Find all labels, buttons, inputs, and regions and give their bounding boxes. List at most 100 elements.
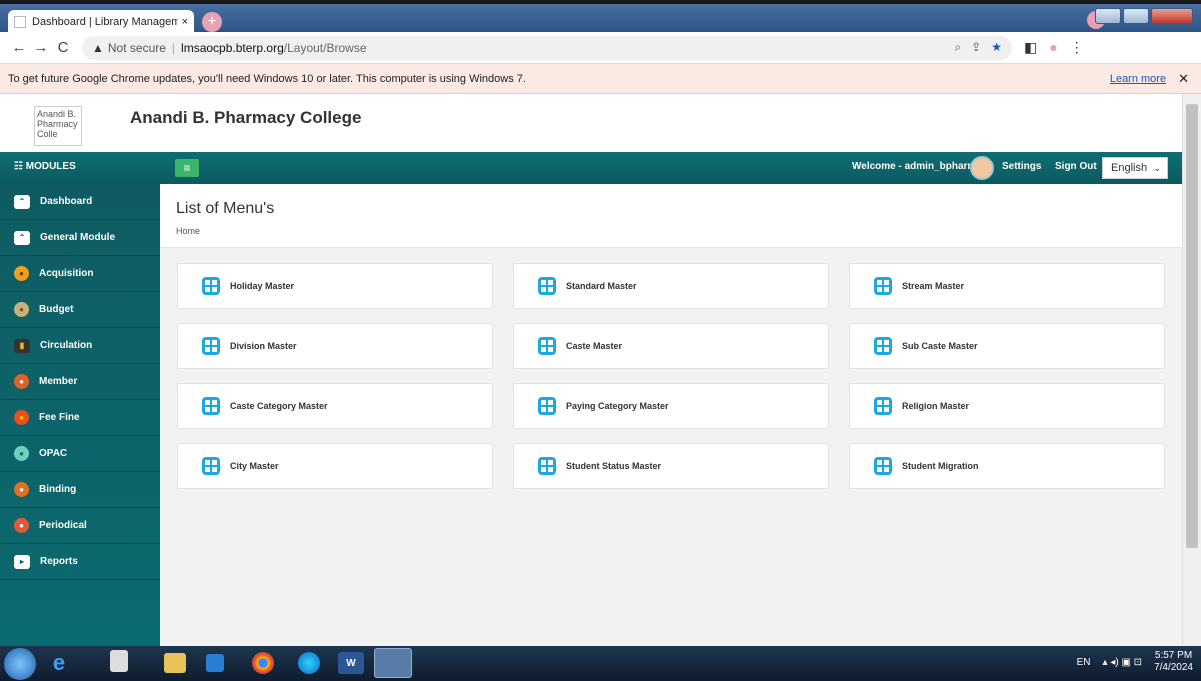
bookmark-star-icon[interactable]: ★ xyxy=(991,40,1002,55)
windows-icon xyxy=(538,457,556,475)
new-tab-button[interactable]: + xyxy=(202,12,222,32)
sidebar-item-member[interactable]: ● Member xyxy=(0,364,160,400)
college-logo: Anandi B. Pharmacy Colle xyxy=(34,106,82,146)
sidebar-item-circulation[interactable]: ▮ Circulation xyxy=(0,328,160,364)
profile-icon[interactable]: ● xyxy=(1049,39,1057,56)
close-window-button[interactable] xyxy=(1151,8,1193,24)
sidebar-item-opac[interactable]: ● OPAC xyxy=(0,436,160,472)
menu-card-student-status-master[interactable]: Student Status Master xyxy=(513,443,829,489)
sign-out-link[interactable]: Sign Out xyxy=(1055,161,1097,172)
menu-card-city-master[interactable]: City Master xyxy=(177,443,493,489)
reload-button[interactable]: C xyxy=(52,39,74,56)
update-infobar: To get future Google Chrome updates, you… xyxy=(0,64,1201,94)
language-select[interactable]: English ⌄ xyxy=(1102,157,1168,179)
security-status: Not secure xyxy=(107,40,166,55)
infobar-close-icon[interactable]: ✕ xyxy=(1178,71,1189,87)
infobar-message: To get future Google Chrome updates, you… xyxy=(8,72,526,85)
address-bar[interactable]: ▲ Not secure | lmsaocpb.bterp.org /Layou… xyxy=(82,35,1012,60)
browser-title-bar: Dashboard | Library Managemen × + xyxy=(0,0,1201,34)
menu-card-division-master[interactable]: Division Master xyxy=(177,323,493,369)
file-explorer-icon[interactable] xyxy=(164,653,186,673)
clock-time: 5:57 PM xyxy=(1154,650,1193,661)
windows-icon xyxy=(874,277,892,295)
sidebar-item-label: Member xyxy=(39,376,78,387)
menu-card-holiday-master[interactable]: Holiday Master xyxy=(177,263,493,309)
side-panel-icon[interactable]: ◧ xyxy=(1024,39,1037,56)
sidebar-item-label: Budget xyxy=(39,304,74,315)
menu-card-label: Stream Master xyxy=(902,281,965,291)
menu-toggle-button[interactable]: ≡ xyxy=(175,159,199,177)
learn-more-link[interactable]: Learn more xyxy=(1110,73,1166,85)
menu-card-sub-caste-master[interactable]: Sub Caste Master xyxy=(849,323,1165,369)
back-button[interactable]: ← xyxy=(8,39,30,56)
input-language[interactable]: EN xyxy=(1077,657,1091,668)
minimize-button[interactable] xyxy=(1095,8,1121,24)
edge-icon[interactable] xyxy=(298,652,320,674)
page-scrollbar[interactable] xyxy=(1182,94,1201,646)
maximize-button[interactable] xyxy=(1123,8,1149,24)
sidebar-item-reports[interactable]: ▸ Reports xyxy=(0,544,160,580)
clock[interactable]: 5:57 PM 7/4/2024 xyxy=(1154,650,1193,674)
avatar[interactable] xyxy=(970,156,994,180)
tab-close-icon[interactable]: × xyxy=(182,16,188,28)
menu-card-caste-master[interactable]: Caste Master xyxy=(513,323,829,369)
calculator-icon[interactable] xyxy=(110,650,128,672)
tray-icons[interactable]: ▴ ◂) ▣ ⊡ xyxy=(1103,657,1143,668)
url-domain: lmsaocpb.bterp.org xyxy=(181,40,284,55)
sidebar-item-periodical[interactable]: ● Periodical xyxy=(0,508,160,544)
menu-card-caste-category-master[interactable]: Caste Category Master xyxy=(177,383,493,429)
modules-label: MODULES xyxy=(25,161,76,172)
dashboard-icon: ⌃ xyxy=(14,194,30,209)
menu-card-label: City Master xyxy=(230,461,279,471)
sidebar-item-fee-fine[interactable]: ● Fee Fine xyxy=(0,400,160,436)
warning-icon[interactable]: ▲ xyxy=(92,41,104,55)
scrollbar-thumb[interactable] xyxy=(1186,104,1198,548)
opac-icon: ● xyxy=(14,446,29,461)
sidebar-item-binding[interactable]: ● Binding xyxy=(0,472,160,508)
browser-menu-icon[interactable]: ⋮ xyxy=(1070,39,1084,56)
sidebar-item-label: Acquisition xyxy=(39,268,94,279)
media-player-icon[interactable] xyxy=(206,654,224,672)
windows-icon xyxy=(874,397,892,415)
sidebar-item-budget[interactable]: ● Budget xyxy=(0,292,160,328)
welcome-text: Welcome - admin_bpharm xyxy=(852,161,977,172)
chrome-active-icon[interactable] xyxy=(374,648,412,678)
menu-card-student-migration[interactable]: Student Migration xyxy=(849,443,1165,489)
menu-card-label: Standard Master xyxy=(566,281,637,291)
menu-card-label: Student Migration xyxy=(902,461,979,471)
sidebar-item-label: General Module xyxy=(40,232,116,243)
browser-tab[interactable]: Dashboard | Library Managemen × xyxy=(8,10,194,34)
sidebar-item-label: Fee Fine xyxy=(39,412,80,423)
internet-explorer-icon[interactable]: e xyxy=(44,650,74,676)
breadcrumb[interactable]: Home xyxy=(176,226,200,236)
zoom-icon[interactable]: ⌕ xyxy=(954,40,961,55)
menu-card-stream-master[interactable]: Stream Master xyxy=(849,263,1165,309)
chrome-icon[interactable] xyxy=(252,652,274,674)
menu-card-religion-master[interactable]: Religion Master xyxy=(849,383,1165,429)
sidebar-item-label: OPAC xyxy=(39,448,68,459)
share-icon[interactable]: ⇪ xyxy=(971,40,981,55)
sidebar-item-general-module[interactable]: ⌃ General Module xyxy=(0,220,160,256)
windows-icon xyxy=(538,337,556,355)
menu-card-label: Holiday Master xyxy=(230,281,295,291)
windows-icon xyxy=(202,277,220,295)
favicon-icon xyxy=(14,16,26,28)
sidebar-item-label: Circulation xyxy=(40,340,93,351)
url-separator: | xyxy=(171,40,176,55)
sidebar-item-dashboard[interactable]: ⌃ Dashboard xyxy=(0,184,160,220)
sidebar-item-acquisition[interactable]: ● Acquisition xyxy=(0,256,160,292)
college-name: Anandi B. Pharmacy College xyxy=(130,108,362,127)
forward-button[interactable]: → xyxy=(30,39,52,56)
start-button[interactable] xyxy=(4,648,36,680)
url-path: /Layout/Browse xyxy=(283,40,367,55)
sidebar: ⌃ Dashboard ⌃ General Module ● Acquisition … xyxy=(0,184,160,646)
acquisition-icon: ● xyxy=(14,266,29,281)
word-icon[interactable]: W xyxy=(338,652,364,674)
clock-date: 7/4/2024 xyxy=(1154,662,1193,673)
menu-card-paying-category-master[interactable]: Paying Category Master xyxy=(513,383,829,429)
menu-card-label: Caste Category Master xyxy=(230,401,328,411)
sidebar-item-label: Periodical xyxy=(39,520,87,531)
settings-link[interactable]: Settings xyxy=(1002,161,1041,172)
address-toolbar: ← → C ▲ Not secure | lmsaocpb.bterp.org … xyxy=(0,32,1201,64)
menu-card-standard-master[interactable]: Standard Master xyxy=(513,263,829,309)
